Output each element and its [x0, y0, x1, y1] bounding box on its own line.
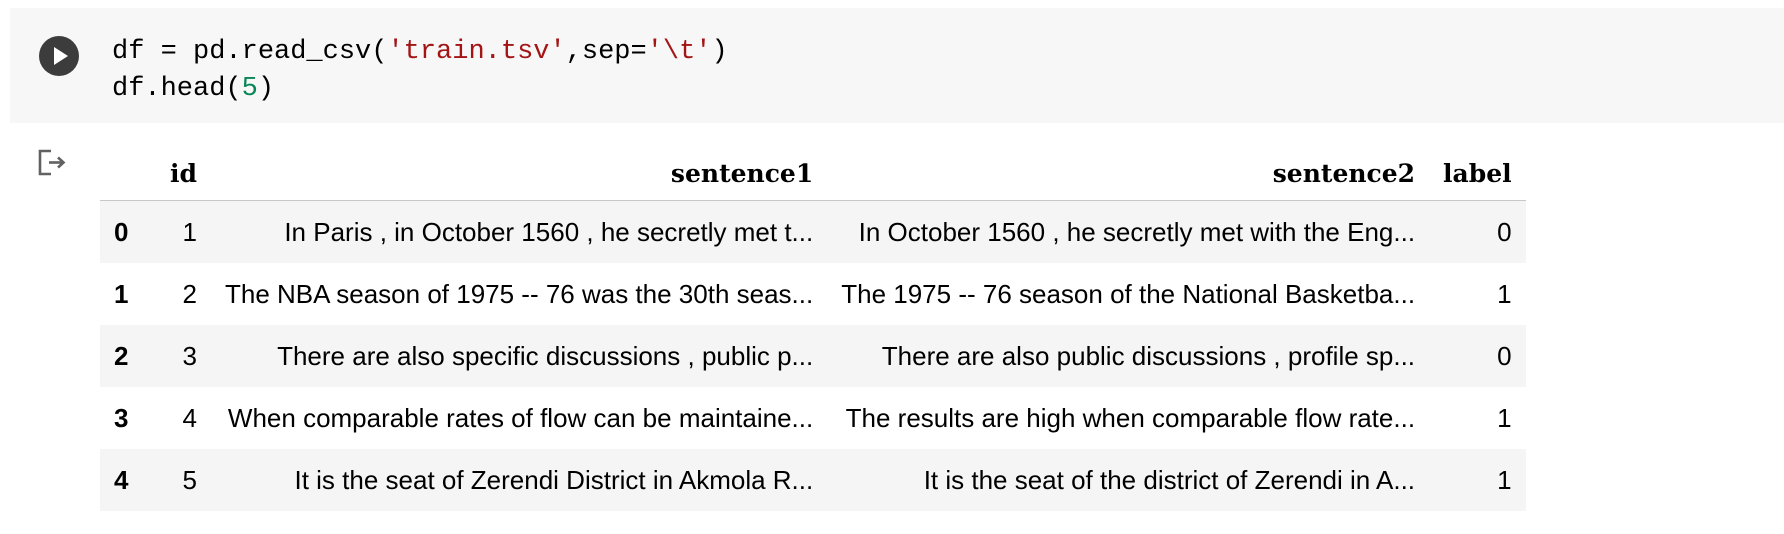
row-index: 4	[114, 464, 129, 495]
run-cell-button[interactable]	[39, 36, 79, 76]
cell-label: 1	[1497, 402, 1512, 433]
table-row: 0 1 In Paris , in October 1560 , he secr…	[100, 200, 1526, 263]
code-line-2: df.head(5)	[112, 74, 275, 104]
cell-label: 0	[1497, 216, 1512, 247]
table-row: 3 4 When comparable rates of flow can be…	[100, 387, 1526, 449]
cell-id: 5	[182, 464, 197, 495]
column-header-label: label	[1443, 158, 1512, 188]
column-header-id: id	[170, 158, 197, 188]
row-index: 2	[114, 340, 129, 371]
cell-id: 2	[182, 278, 197, 309]
cell-id: 3	[182, 340, 197, 371]
play-icon	[54, 47, 68, 65]
cell-label: 1	[1497, 464, 1512, 495]
cell-sentence1: It is the seat of Zerendi District in Ak…	[294, 464, 814, 495]
cell-id: 4	[182, 402, 197, 433]
cell-id: 1	[182, 216, 197, 247]
cell-sentence2: It is the seat of the district of Zerend…	[923, 464, 1416, 495]
filename-string: 'train.tsv'	[387, 37, 566, 67]
cell-sentence2: In October 1560 , he secretly met with t…	[858, 216, 1416, 247]
table-row: 2 3 There are also specific discussions …	[100, 325, 1526, 387]
separator-string: '\t'	[646, 37, 712, 67]
cell-sentence2: The 1975 -- 76 season of the National Ba…	[841, 278, 1416, 309]
code-line-1: df = pd.read_csv('train.tsv',sep='\t')	[112, 37, 728, 67]
code-editor[interactable]: df = pd.read_csv('train.tsv',sep='\t') d…	[112, 34, 728, 108]
cell-label: 1	[1497, 278, 1512, 309]
cell-sentence2: There are also public discussions , prof…	[881, 340, 1416, 371]
column-header-sentence1: sentence1	[670, 158, 814, 188]
column-header-index	[100, 146, 156, 201]
output-redirect-icon[interactable]	[37, 148, 71, 178]
row-index: 1	[114, 278, 129, 309]
table-header-row: id sentence1 sentence2 label	[100, 146, 1526, 201]
cell-sentence1: In Paris , in October 1560 , he secretly…	[284, 216, 814, 247]
cell-sentence2: The results are high when comparable flo…	[845, 402, 1416, 433]
cell-sentence1: The NBA season of 1975 -- 76 was the 30t…	[224, 278, 814, 309]
table-row: 4 5 It is the seat of Zerendi District i…	[100, 449, 1526, 511]
cell-sentence1: When comparable rates of flow can be mai…	[227, 402, 814, 433]
table-row: 1 2 The NBA season of 1975 -- 76 was the…	[100, 263, 1526, 325]
head-count-number: 5	[241, 74, 258, 104]
cell-sentence1: There are also specific discussions , pu…	[277, 340, 814, 371]
row-index: 0	[114, 216, 129, 247]
code-cell[interactable]: df = pd.read_csv('train.tsv',sep='\t') d…	[10, 8, 1784, 123]
dataframe-table: id sentence1 sentence2 label 0 1 In Pari…	[100, 146, 1526, 511]
cell-label: 0	[1497, 340, 1512, 371]
column-header-sentence2: sentence2	[1272, 158, 1416, 188]
row-index: 3	[114, 402, 129, 433]
